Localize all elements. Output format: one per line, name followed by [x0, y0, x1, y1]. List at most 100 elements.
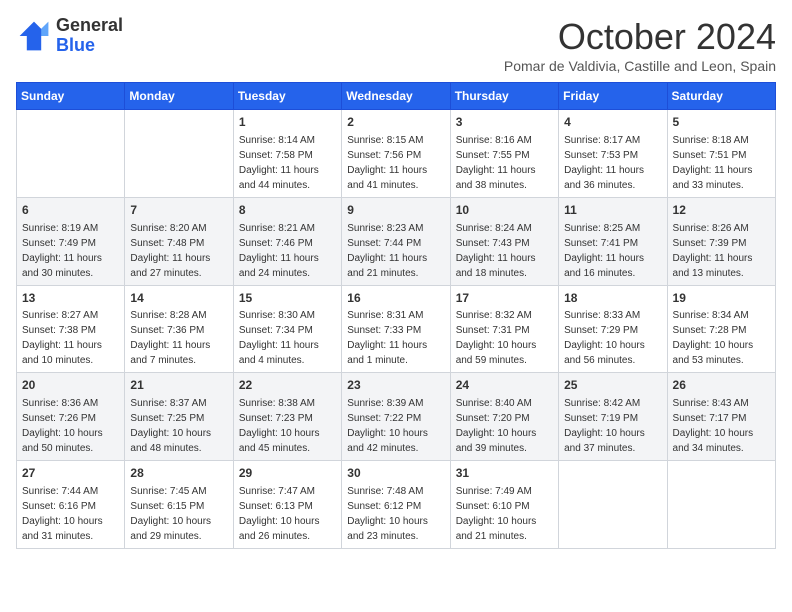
day-info: Sunrise: 8:39 AM Sunset: 7:22 PM Dayligh…: [347, 398, 428, 454]
calendar-body: 1 Sunrise: 8:14 AM Sunset: 7:58 PM Daylig…: [17, 110, 776, 549]
day-info: Sunrise: 8:23 AM Sunset: 7:44 PM Dayligh…: [347, 223, 427, 279]
day-of-week-wednesday: Wednesday: [342, 83, 450, 110]
day-of-week-monday: Monday: [125, 83, 233, 110]
day-info: Sunrise: 8:37 AM Sunset: 7:25 PM Dayligh…: [130, 398, 211, 454]
calendar-cell: 7 Sunrise: 8:20 AM Sunset: 7:48 PM Daylig…: [125, 197, 233, 285]
calendar-cell: 14Sunrise: 8:28 AM Sunset: 7:36 PM Dayli…: [125, 285, 233, 373]
day-number: 2: [347, 114, 444, 131]
day-of-week-friday: Friday: [559, 83, 667, 110]
week-row-1: 1 Sunrise: 8:14 AM Sunset: 7:58 PM Daylig…: [17, 110, 776, 198]
calendar-cell: 29 Sunrise: 7:47 AM Sunset: 6:13 PM Dayli…: [233, 461, 341, 549]
calendar-cell: 17Sunrise: 8:32 AM Sunset: 7:31 PM Dayli…: [450, 285, 558, 373]
calendar-cell: 24 Sunrise: 8:40 AM Sunset: 7:20 PM Dayli…: [450, 373, 558, 461]
header-row: SundayMondayTuesdayWednesdayThursdayFrid…: [17, 83, 776, 110]
calendar-cell: 26 Sunrise: 8:43 AM Sunset: 7:17 PM Dayli…: [667, 373, 775, 461]
day-info: Sunrise: 7:45 AM Sunset: 6:15 PM Dayligh…: [130, 486, 211, 542]
logo-text: General Blue: [56, 16, 123, 56]
calendar-cell: 1 Sunrise: 8:14 AM Sunset: 7:58 PM Daylig…: [233, 110, 341, 198]
calendar-cell: 4Sunrise: 8:17 AM Sunset: 7:53 PM Daylig…: [559, 110, 667, 198]
logo-icon: [16, 18, 52, 54]
day-number: 21: [130, 377, 227, 394]
calendar-cell: 2 Sunrise: 8:15 AM Sunset: 7:56 PM Daylig…: [342, 110, 450, 198]
calendar-cell: [17, 110, 125, 198]
day-info: Sunrise: 7:47 AM Sunset: 6:13 PM Dayligh…: [239, 486, 320, 542]
day-number: 26: [673, 377, 770, 394]
day-number: 18: [564, 290, 661, 307]
day-of-week-saturday: Saturday: [667, 83, 775, 110]
day-info: Sunrise: 8:19 AM Sunset: 7:49 PM Dayligh…: [22, 223, 102, 279]
week-row-3: 13Sunrise: 8:27 AM Sunset: 7:38 PM Dayli…: [17, 285, 776, 373]
calendar-header: SundayMondayTuesdayWednesdayThursdayFrid…: [17, 83, 776, 110]
calendar-table: SundayMondayTuesdayWednesdayThursdayFrid…: [16, 82, 776, 549]
day-number: 3: [456, 114, 553, 131]
calendar-cell: [667, 461, 775, 549]
day-number: 17: [456, 290, 553, 307]
day-info: Sunrise: 8:40 AM Sunset: 7:20 PM Dayligh…: [456, 398, 537, 454]
day-number: 23: [347, 377, 444, 394]
calendar-cell: 31Sunrise: 7:49 AM Sunset: 6:10 PM Dayli…: [450, 461, 558, 549]
calendar-cell: 19 Sunrise: 8:34 AM Sunset: 7:28 PM Dayli…: [667, 285, 775, 373]
calendar-cell: 16Sunrise: 8:31 AM Sunset: 7:33 PM Dayli…: [342, 285, 450, 373]
day-number: 1: [239, 114, 336, 131]
day-info: Sunrise: 8:26 AM Sunset: 7:39 PM Dayligh…: [673, 223, 753, 279]
day-number: 6: [22, 202, 119, 219]
day-number: 19: [673, 290, 770, 307]
day-number: 22: [239, 377, 336, 394]
calendar-cell: 21 Sunrise: 8:37 AM Sunset: 7:25 PM Dayli…: [125, 373, 233, 461]
calendar-cell: 3 Sunrise: 8:16 AM Sunset: 7:55 PM Daylig…: [450, 110, 558, 198]
day-number: 25: [564, 377, 661, 394]
day-number: 15: [239, 290, 336, 307]
calendar-cell: 6 Sunrise: 8:19 AM Sunset: 7:49 PM Daylig…: [17, 197, 125, 285]
calendar-cell: 23 Sunrise: 8:39 AM Sunset: 7:22 PM Dayli…: [342, 373, 450, 461]
day-info: Sunrise: 8:20 AM Sunset: 7:48 PM Dayligh…: [130, 223, 210, 279]
calendar-cell: 15 Sunrise: 8:30 AM Sunset: 7:34 PM Dayli…: [233, 285, 341, 373]
day-info: Sunrise: 8:42 AM Sunset: 7:19 PM Dayligh…: [564, 398, 645, 454]
day-info: Sunrise: 8:15 AM Sunset: 7:56 PM Dayligh…: [347, 135, 427, 191]
day-info: Sunrise: 8:31 AM Sunset: 7:33 PM Dayligh…: [347, 310, 427, 366]
week-row-2: 6 Sunrise: 8:19 AM Sunset: 7:49 PM Daylig…: [17, 197, 776, 285]
day-info: Sunrise: 8:43 AM Sunset: 7:17 PM Dayligh…: [673, 398, 754, 454]
day-number: 7: [130, 202, 227, 219]
day-number: 9: [347, 202, 444, 219]
day-info: Sunrise: 8:18 AM Sunset: 7:51 PM Dayligh…: [673, 135, 753, 191]
day-number: 24: [456, 377, 553, 394]
day-number: 29: [239, 465, 336, 482]
logo: General Blue: [16, 16, 123, 56]
calendar-cell: 20 Sunrise: 8:36 AM Sunset: 7:26 PM Dayli…: [17, 373, 125, 461]
day-info: Sunrise: 8:21 AM Sunset: 7:46 PM Dayligh…: [239, 223, 319, 279]
day-number: 30: [347, 465, 444, 482]
day-info: Sunrise: 8:30 AM Sunset: 7:34 PM Dayligh…: [239, 310, 319, 366]
day-number: 8: [239, 202, 336, 219]
day-of-week-thursday: Thursday: [450, 83, 558, 110]
day-info: Sunrise: 8:34 AM Sunset: 7:28 PM Dayligh…: [673, 310, 754, 366]
day-info: Sunrise: 8:33 AM Sunset: 7:29 PM Dayligh…: [564, 310, 645, 366]
day-info: Sunrise: 8:36 AM Sunset: 7:26 PM Dayligh…: [22, 398, 103, 454]
calendar-cell: [559, 461, 667, 549]
day-info: Sunrise: 8:16 AM Sunset: 7:55 PM Dayligh…: [456, 135, 536, 191]
day-number: 31: [456, 465, 553, 482]
page-header: General Blue October 2024 Pomar de Valdi…: [16, 16, 776, 74]
day-number: 10: [456, 202, 553, 219]
calendar-cell: 10 Sunrise: 8:24 AM Sunset: 7:43 PM Dayli…: [450, 197, 558, 285]
day-of-week-sunday: Sunday: [17, 83, 125, 110]
calendar-cell: 28 Sunrise: 7:45 AM Sunset: 6:15 PM Dayli…: [125, 461, 233, 549]
day-number: 28: [130, 465, 227, 482]
day-number: 13: [22, 290, 119, 307]
day-number: 27: [22, 465, 119, 482]
day-info: Sunrise: 8:38 AM Sunset: 7:23 PM Dayligh…: [239, 398, 320, 454]
day-info: Sunrise: 8:25 AM Sunset: 7:41 PM Dayligh…: [564, 223, 644, 279]
location-subtitle: Pomar de Valdivia, Castille and Leon, Sp…: [504, 58, 776, 74]
calendar-cell: 18 Sunrise: 8:33 AM Sunset: 7:29 PM Dayli…: [559, 285, 667, 373]
day-number: 20: [22, 377, 119, 394]
calendar-cell: 9 Sunrise: 8:23 AM Sunset: 7:44 PM Daylig…: [342, 197, 450, 285]
calendar-cell: 30Sunrise: 7:48 AM Sunset: 6:12 PM Dayli…: [342, 461, 450, 549]
calendar-cell: 27Sunrise: 7:44 AM Sunset: 6:16 PM Dayli…: [17, 461, 125, 549]
day-info: Sunrise: 8:14 AM Sunset: 7:58 PM Dayligh…: [239, 135, 319, 191]
calendar-cell: 25 Sunrise: 8:42 AM Sunset: 7:19 PM Dayli…: [559, 373, 667, 461]
calendar-cell: [125, 110, 233, 198]
day-info: Sunrise: 8:24 AM Sunset: 7:43 PM Dayligh…: [456, 223, 536, 279]
day-number: 14: [130, 290, 227, 307]
calendar-cell: 13Sunrise: 8:27 AM Sunset: 7:38 PM Dayli…: [17, 285, 125, 373]
calendar-cell: 11Sunrise: 8:25 AM Sunset: 7:41 PM Dayli…: [559, 197, 667, 285]
calendar-cell: 5Sunrise: 8:18 AM Sunset: 7:51 PM Daylig…: [667, 110, 775, 198]
